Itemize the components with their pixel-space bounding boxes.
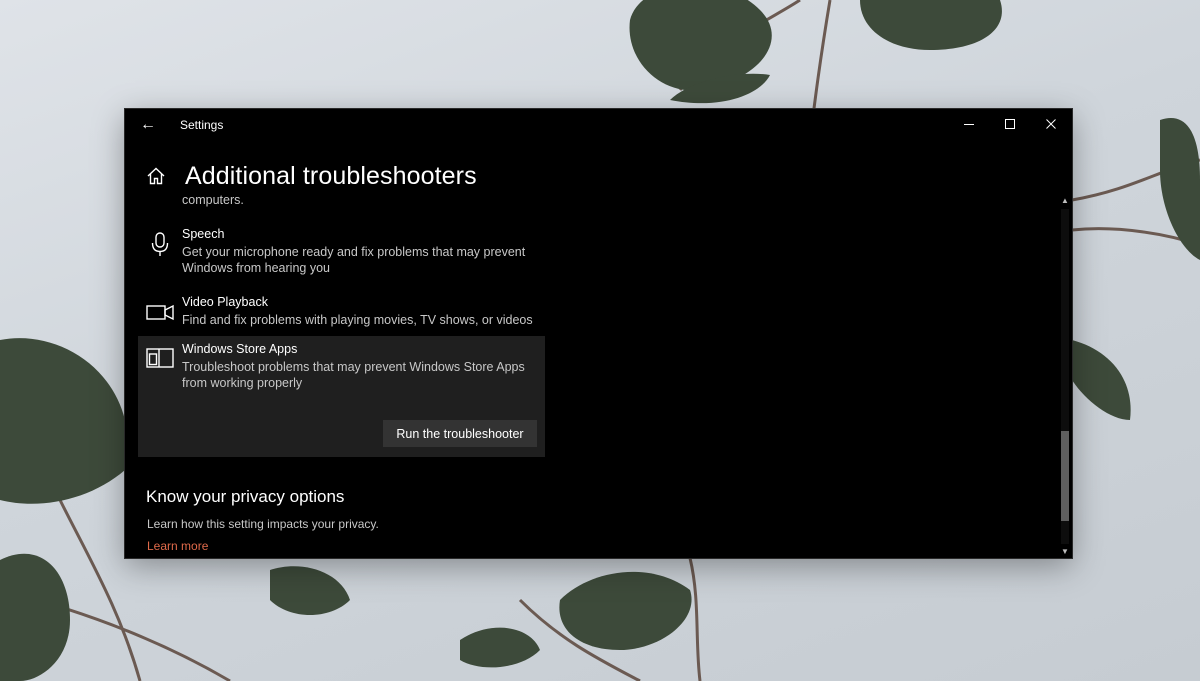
- home-icon[interactable]: [145, 165, 167, 187]
- back-arrow-icon: ←: [140, 116, 156, 133]
- video-camera-icon: [146, 298, 174, 326]
- page-header: Additional troubleshooters: [145, 159, 477, 193]
- run-troubleshooter-button[interactable]: Run the troubleshooter: [383, 420, 537, 447]
- page-title: Additional troubleshooters: [185, 161, 477, 190]
- scroll-thumb[interactable]: [1061, 431, 1069, 521]
- maximize-button[interactable]: [990, 109, 1030, 139]
- truncated-description: computers.: [182, 193, 244, 207]
- store-apps-icon: [146, 344, 174, 372]
- troubleshooter-name: Windows Store Apps: [182, 342, 298, 356]
- close-button[interactable]: [1031, 109, 1071, 139]
- troubleshooter-description: Find and fix problems with playing movie…: [182, 313, 533, 327]
- privacy-heading: Know your privacy options: [146, 487, 345, 506]
- troubleshooter-list: computers. Speech Get your microphone re…: [125, 193, 565, 558]
- title-bar: ← Settings: [125, 109, 1072, 141]
- window-title: Settings: [180, 118, 224, 132]
- back-button[interactable]: ←: [133, 113, 163, 137]
- minimize-button[interactable]: [949, 109, 989, 139]
- troubleshooter-name: Video Playback: [182, 295, 268, 309]
- maximize-icon: [1005, 119, 1015, 129]
- scroll-up-icon[interactable]: ▲: [1058, 195, 1072, 207]
- scroll-down-icon[interactable]: ▼: [1058, 546, 1072, 558]
- minimize-icon: [964, 124, 974, 125]
- close-icon: [1046, 119, 1056, 129]
- vertical-scrollbar[interactable]: ▲ ▼: [1058, 195, 1072, 558]
- learn-more-link[interactable]: Learn more: [147, 539, 208, 553]
- troubleshooter-speech[interactable]: Speech Get your microphone ready and fix…: [138, 225, 545, 277]
- privacy-description: Learn how this setting impacts your priv…: [147, 517, 379, 531]
- troubleshooter-description: Troubleshoot problems that may prevent W…: [182, 360, 525, 390]
- troubleshooter-video-playback[interactable]: Video Playback Find and fix problems wit…: [138, 293, 545, 333]
- troubleshooter-description: Get your microphone ready and fix proble…: [182, 245, 526, 275]
- troubleshooter-windows-store-apps[interactable]: Windows Store Apps Troubleshoot problems…: [138, 336, 545, 457]
- microphone-icon: [146, 230, 174, 258]
- troubleshooter-name: Speech: [182, 227, 225, 241]
- settings-window: ← Settings Additional troubleshooters co…: [125, 109, 1072, 558]
